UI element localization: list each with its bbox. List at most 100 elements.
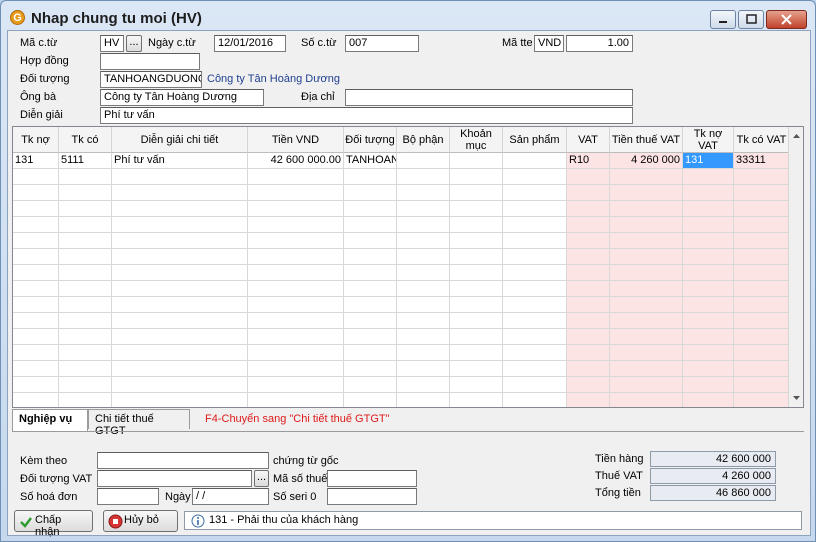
kem-theo-input[interactable] [97, 452, 269, 469]
cell-tk-co-vat[interactable]: 33311 [734, 153, 790, 169]
table-row-empty[interactable] [13, 169, 790, 185]
grid-cell-empty[interactable] [13, 313, 59, 329]
grid-cell-empty[interactable] [683, 345, 734, 361]
table-row-empty[interactable] [13, 393, 790, 407]
grid-cell-empty[interactable] [112, 361, 248, 377]
grid-cell-empty[interactable] [567, 297, 610, 313]
grid-cell-empty[interactable] [397, 169, 450, 185]
grid-cell-empty[interactable] [112, 281, 248, 297]
grid-cell-empty[interactable] [610, 233, 683, 249]
so-ctu-input[interactable]: 007 [345, 35, 419, 52]
grid-cell-empty[interactable] [734, 329, 790, 345]
grid-cell-empty[interactable] [112, 313, 248, 329]
grid-cell-empty[interactable] [59, 265, 112, 281]
col-header-vat[interactable]: VAT [567, 127, 610, 153]
grid-cell-empty[interactable] [683, 297, 734, 313]
grid-cell-empty[interactable] [397, 377, 450, 393]
grid-cell-empty[interactable] [112, 201, 248, 217]
grid-cell-empty[interactable] [344, 217, 397, 233]
grid-cell-empty[interactable] [450, 265, 503, 281]
grid-cell-empty[interactable] [59, 169, 112, 185]
col-header-tk-no[interactable]: Tk nợ [13, 127, 59, 153]
grid-cell-empty[interactable] [610, 185, 683, 201]
grid-cell-empty[interactable] [112, 233, 248, 249]
tab-chi-tiet-thue-gtgt[interactable]: Chi tiết thuế GTGT [88, 409, 190, 437]
grid-cell-empty[interactable] [610, 281, 683, 297]
grid-cell-empty[interactable] [59, 297, 112, 313]
grid-cell-empty[interactable] [344, 281, 397, 297]
grid-cell-empty[interactable] [397, 345, 450, 361]
grid-cell-empty[interactable] [610, 217, 683, 233]
grid-cell-empty[interactable] [397, 329, 450, 345]
grid-cell-empty[interactable] [734, 233, 790, 249]
grid-cell-empty[interactable] [344, 185, 397, 201]
ma-ctu-lookup-button[interactable]: ... [126, 35, 142, 52]
grid-cell-empty[interactable] [397, 233, 450, 249]
grid-cell-empty[interactable] [450, 393, 503, 407]
col-header-dien-giai[interactable]: Diễn giải chi tiết [112, 127, 248, 153]
grid-cell-empty[interactable] [13, 345, 59, 361]
grid-cell-empty[interactable] [734, 281, 790, 297]
doi-tuong-vat-input[interactable] [97, 470, 252, 487]
grid-cell-empty[interactable] [13, 249, 59, 265]
grid-cell-empty[interactable] [683, 361, 734, 377]
cell-tk-co[interactable]: 5111 [59, 153, 112, 169]
grid-cell-empty[interactable] [683, 201, 734, 217]
grid-cell-empty[interactable] [734, 297, 790, 313]
grid-cell-empty[interactable] [248, 281, 344, 297]
grid-cell-empty[interactable] [344, 297, 397, 313]
col-header-tk-co-vat[interactable]: Tk có VAT [734, 127, 790, 153]
grid-cell-empty[interactable] [503, 297, 567, 313]
minimize-button[interactable] [710, 10, 736, 29]
table-row-empty[interactable] [13, 249, 790, 265]
table-row-empty[interactable] [13, 329, 790, 345]
grid-cell-empty[interactable] [248, 297, 344, 313]
ty-gia-input[interactable]: 1.00 [566, 35, 633, 52]
grid-cell-empty[interactable] [344, 329, 397, 345]
grid-cell-empty[interactable] [567, 313, 610, 329]
grid-cell-empty[interactable] [734, 169, 790, 185]
grid-cell-empty[interactable] [503, 329, 567, 345]
grid-cell-empty[interactable] [683, 217, 734, 233]
scroll-down-icon[interactable] [789, 391, 804, 405]
grid-cell-empty[interactable] [248, 377, 344, 393]
grid-cell-empty[interactable] [344, 345, 397, 361]
grid-cell-empty[interactable] [248, 393, 344, 407]
grid-cell-empty[interactable] [59, 313, 112, 329]
grid-cell-empty[interactable] [248, 313, 344, 329]
grid-cell-empty[interactable] [397, 361, 450, 377]
entries-grid[interactable]: Tk nợ Tk có Diễn giải chi tiết Tiền VND … [12, 126, 804, 408]
grid-cell-empty[interactable] [112, 393, 248, 407]
grid-cell-empty[interactable] [450, 233, 503, 249]
grid-cell-empty[interactable] [450, 281, 503, 297]
ngay-input[interactable]: / / [192, 488, 269, 505]
cell-tk-no-vat[interactable]: 131 [683, 153, 734, 169]
grid-cell-empty[interactable] [59, 377, 112, 393]
grid-cell-empty[interactable] [683, 313, 734, 329]
tab-nghiep-vu[interactable]: Nghiệp vụ [12, 409, 88, 431]
grid-cell-empty[interactable] [503, 185, 567, 201]
cell-doi-tuong[interactable]: TANHOANG [344, 153, 397, 169]
grid-cell-empty[interactable] [503, 377, 567, 393]
grid-cell-empty[interactable] [59, 393, 112, 407]
grid-cell-empty[interactable] [610, 313, 683, 329]
grid-cell-empty[interactable] [683, 265, 734, 281]
grid-cell-empty[interactable] [248, 345, 344, 361]
grid-cell-empty[interactable] [734, 185, 790, 201]
grid-cell-empty[interactable] [344, 169, 397, 185]
grid-cell-empty[interactable] [59, 361, 112, 377]
grid-cell-empty[interactable] [112, 329, 248, 345]
grid-cell-empty[interactable] [397, 217, 450, 233]
grid-cell-empty[interactable] [610, 377, 683, 393]
grid-cell-empty[interactable] [450, 377, 503, 393]
grid-cell-empty[interactable] [734, 345, 790, 361]
grid-cell-empty[interactable] [450, 217, 503, 233]
grid-cell-empty[interactable] [450, 169, 503, 185]
so-seri-input[interactable] [327, 488, 417, 505]
maximize-button[interactable] [738, 10, 764, 29]
table-row-empty[interactable] [13, 361, 790, 377]
grid-cell-empty[interactable] [112, 377, 248, 393]
grid-cell-empty[interactable] [683, 233, 734, 249]
grid-cell-empty[interactable] [450, 313, 503, 329]
grid-cell-empty[interactable] [567, 281, 610, 297]
